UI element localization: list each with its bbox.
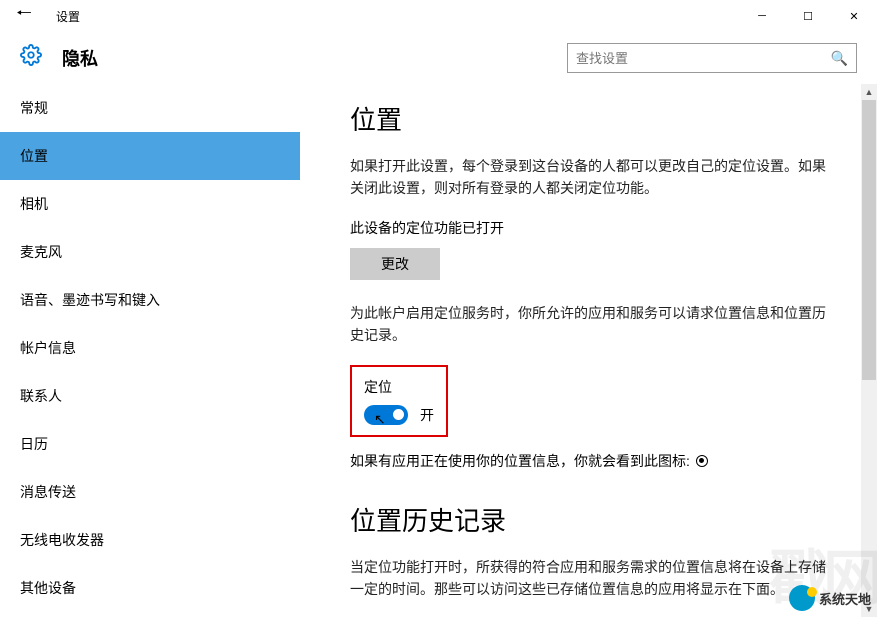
sidebar-item-contacts[interactable]: 联系人: [0, 372, 300, 420]
sidebar-item-account[interactable]: 帐户信息: [0, 324, 300, 372]
device-location-status: 此设备的定位功能已打开: [350, 218, 837, 238]
sidebar-item-radios[interactable]: 无线电收发器: [0, 516, 300, 564]
sidebar-item-speech[interactable]: 语音、墨迹书写和键入: [0, 276, 300, 324]
sidebar-item-general[interactable]: 常规: [0, 84, 300, 132]
section-title-history: 位置历史记录: [350, 501, 837, 538]
close-button[interactable]: ✕: [831, 0, 877, 32]
change-button[interactable]: 更改: [350, 248, 440, 280]
sidebar-item-messaging[interactable]: 消息传送: [0, 468, 300, 516]
location-indicator-icon: [696, 455, 708, 467]
window-title: 设置: [48, 8, 80, 25]
search-box[interactable]: 🔍: [567, 43, 857, 73]
sidebar-item-location[interactable]: 位置: [0, 132, 300, 180]
toggle-knob: [393, 409, 404, 420]
sidebar-item-camera[interactable]: 相机: [0, 180, 300, 228]
back-button[interactable]: 🠐: [0, 0, 48, 32]
minimize-button[interactable]: ─: [739, 0, 785, 32]
sidebar-item-calendar[interactable]: 日历: [0, 420, 300, 468]
toggle-state-text: 开: [420, 405, 434, 425]
page-title: 隐私: [62, 45, 98, 71]
scroll-up-icon[interactable]: ▲: [861, 84, 877, 100]
sidebar: 常规 位置 相机 麦克风 语音、墨迹书写和键入 帐户信息 联系人 日历 消息传送…: [0, 84, 300, 617]
settings-icon: [20, 44, 42, 72]
section-title-location: 位置: [350, 100, 837, 137]
history-description: 当定位功能打开时，所获得的符合应用和服务需求的位置信息将在设备上存储一定的时间。…: [350, 556, 837, 601]
watermark-icon: [789, 585, 815, 611]
sidebar-item-other-devices[interactable]: 其他设备: [0, 564, 300, 612]
location-toggle[interactable]: [364, 405, 408, 425]
sidebar-item-microphone[interactable]: 麦克风: [0, 228, 300, 276]
highlight-annotation: 定位 开 ↖: [350, 365, 448, 437]
location-description: 如果打开此设置，每个登录到这台设备的人都可以更改自己的定位设置。如果关闭此设置，…: [350, 155, 837, 200]
account-location-description: 为此帐户启用定位服务时，你所允许的应用和服务可以请求位置信息和位置历史记录。: [350, 302, 837, 347]
search-input[interactable]: [576, 51, 831, 66]
location-toggle-label: 定位: [364, 377, 434, 397]
scrollbar[interactable]: ▲ ▼: [861, 84, 877, 617]
scrollbar-thumb[interactable]: [862, 100, 876, 380]
location-indicator-info: 如果有应用正在使用你的位置信息，你就会看到此图标:: [350, 451, 837, 471]
content-pane: 位置 如果打开此设置，每个登录到这台设备的人都可以更改自己的定位设置。如果关闭此…: [300, 84, 877, 617]
maximize-button[interactable]: ☐: [785, 0, 831, 32]
search-icon: 🔍: [831, 50, 848, 67]
watermark: 系统天地: [789, 585, 871, 611]
